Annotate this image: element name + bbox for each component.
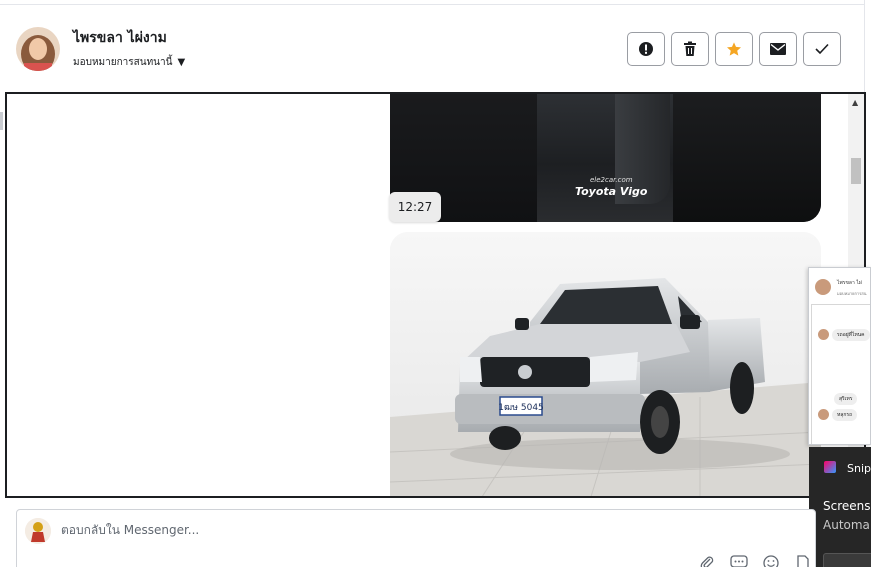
page-avatar: [25, 518, 51, 544]
preview-thread: รถอยู่ที่ไหนค สุริเทร หลุกรถ: [811, 304, 870, 444]
conversation-actions: [627, 32, 841, 66]
preview-assign-label: มอบหมายการสน: [837, 291, 867, 296]
check-icon: [815, 43, 829, 55]
saved-replies-button[interactable]: [729, 553, 749, 567]
license-plate: 1ฒษ 5045: [498, 403, 544, 413]
message-image-pickup-truck[interactable]: 1ฒษ 5045: [390, 232, 821, 496]
window-preview-popup[interactable]: ไพรขลา ไผ่ มอบหมายการสน รถอยู่ที่ไหนค สุ…: [808, 267, 871, 445]
preview-contact-name: ไพรขลา ไผ่: [837, 280, 862, 286]
composer-tools: [697, 553, 813, 567]
alert-icon: [639, 42, 653, 56]
scroll-thumb[interactable]: [851, 158, 861, 184]
messenger-page: ไพรขลา ไผ่งาม มอบหมายการสนทนานี้ ▼ ele2c…: [0, 0, 871, 567]
message-image-car-interior[interactable]: ele2car.com Toyota Vigo: [390, 94, 821, 222]
assign-label: มอบหมายการสนทนานี้: [73, 57, 173, 68]
image-watermark-title: Toyota Vigo: [575, 185, 648, 198]
toast-action-button[interactable]: [823, 553, 871, 567]
mark-unread-button[interactable]: [759, 32, 797, 66]
reply-input[interactable]: [61, 523, 661, 537]
preview-bubble: สุริเทร: [834, 393, 858, 405]
toast-title: Screens: [823, 499, 871, 513]
toast-subtitle: Automa: [823, 518, 870, 532]
caret-down-icon: ▼: [177, 57, 186, 68]
message-timestamp: 12:27: [389, 192, 441, 222]
star-button[interactable]: [715, 32, 753, 66]
preview-bubble-avatar: [818, 329, 829, 340]
report-button[interactable]: [627, 32, 665, 66]
star-icon: [727, 42, 741, 56]
message-thread[interactable]: ele2car.com Toyota Vigo 12:27 1ฒษ 5045 ▲: [5, 92, 866, 498]
smiley-icon: [763, 555, 779, 567]
emoji-button[interactable]: [761, 553, 781, 567]
assign-conversation-dropdown[interactable]: มอบหมายการสนทนานี้ ▼: [73, 55, 185, 70]
contact-name: ไพรขลา ไผ่งาม: [73, 30, 167, 46]
mark-done-button[interactable]: [803, 32, 841, 66]
attachment-button[interactable]: [697, 553, 717, 567]
envelope-icon: [770, 43, 786, 55]
delete-button[interactable]: [671, 32, 709, 66]
document-icon: [797, 555, 809, 567]
more-tools-button[interactable]: [793, 553, 813, 567]
preview-bubble: รถอยู่ที่ไหนค: [832, 329, 870, 341]
image-watermark-site: ele2car.com: [590, 176, 633, 184]
snip-notification-toast[interactable]: Snip Screens Automa: [809, 447, 871, 567]
left-edge-tab: [0, 112, 3, 130]
reply-composer: [16, 509, 816, 567]
scroll-up-arrow-icon[interactable]: ▲: [852, 98, 858, 107]
paperclip-icon: [700, 556, 714, 567]
contact-avatar[interactable]: [16, 27, 60, 71]
snip-app-icon: [824, 461, 836, 473]
conversation-header: ไพรขลา ไผ่งาม มอบหมายการสนทนานี้ ▼: [0, 5, 864, 91]
preview-bubble: หลุกรถ: [832, 409, 858, 421]
toast-app-name: Snip: [847, 462, 871, 475]
preview-avatar: [815, 279, 831, 295]
trash-icon: [684, 41, 696, 56]
preview-bubble-avatar: [818, 409, 829, 420]
chat-bubble-icon: [730, 555, 748, 567]
